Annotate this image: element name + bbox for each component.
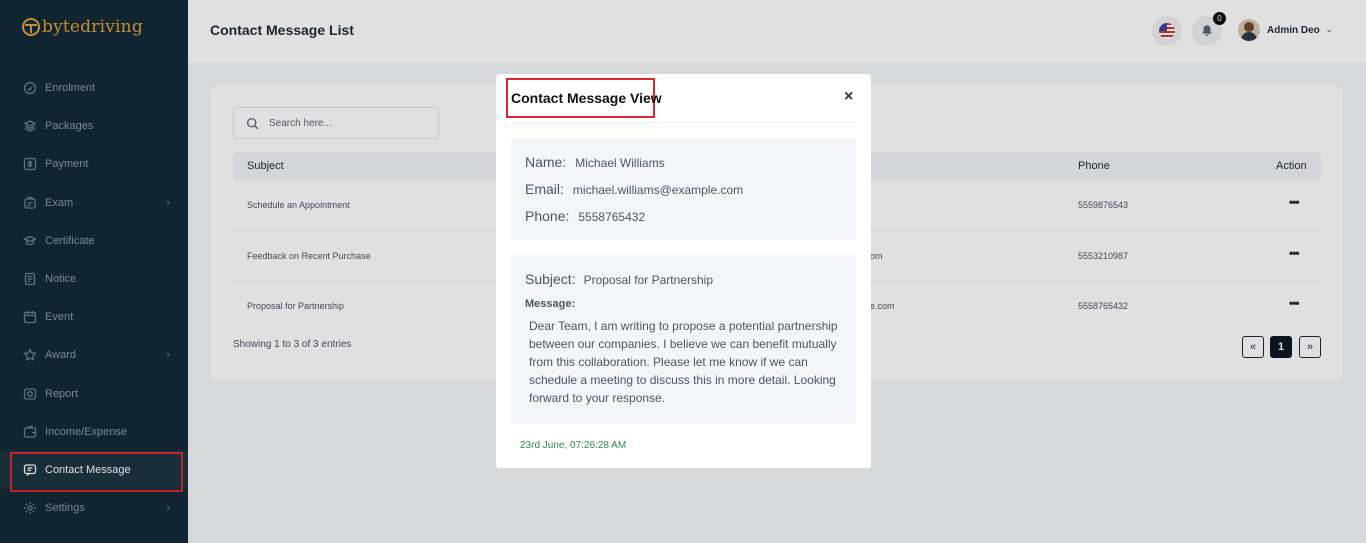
name-label: Name: [525, 154, 567, 170]
subject-label: Subject: [525, 271, 576, 287]
contact-message-modal: Contact Message View × Name: Michael Will… [496, 74, 871, 468]
phone-line: Phone: 5558765432 [525, 208, 645, 224]
phone-value: 5558765432 [578, 210, 646, 224]
email-label: Email: [525, 181, 564, 197]
subject-line: Subject: Proposal for Partnership [525, 271, 713, 287]
close-icon[interactable]: × [844, 88, 853, 106]
modal-title-highlight: Contact Message View [506, 78, 662, 118]
message-label: Message: [525, 298, 576, 310]
message-box: Subject: Proposal for Partnership Message… [511, 255, 856, 424]
message-body: Dear Team, I am writing to propose a pot… [529, 319, 838, 405]
subject-value: Proposal for Partnership [583, 273, 713, 287]
message-timestamp: 23rd June, 07:26:28 AM [520, 440, 627, 451]
name-line: Name: Michael Williams [525, 154, 665, 170]
modal-title: Contact Message View [511, 90, 662, 106]
phone-label: Phone: [525, 208, 570, 224]
contact-info-box: Name: Michael Williams Email: michael.will… [511, 138, 856, 240]
name-value: Michael Williams [575, 156, 665, 170]
email-line: Email: michael.williams@example.com [525, 181, 743, 197]
email-value: michael.williams@example.com [572, 183, 744, 197]
divider [511, 122, 856, 123]
